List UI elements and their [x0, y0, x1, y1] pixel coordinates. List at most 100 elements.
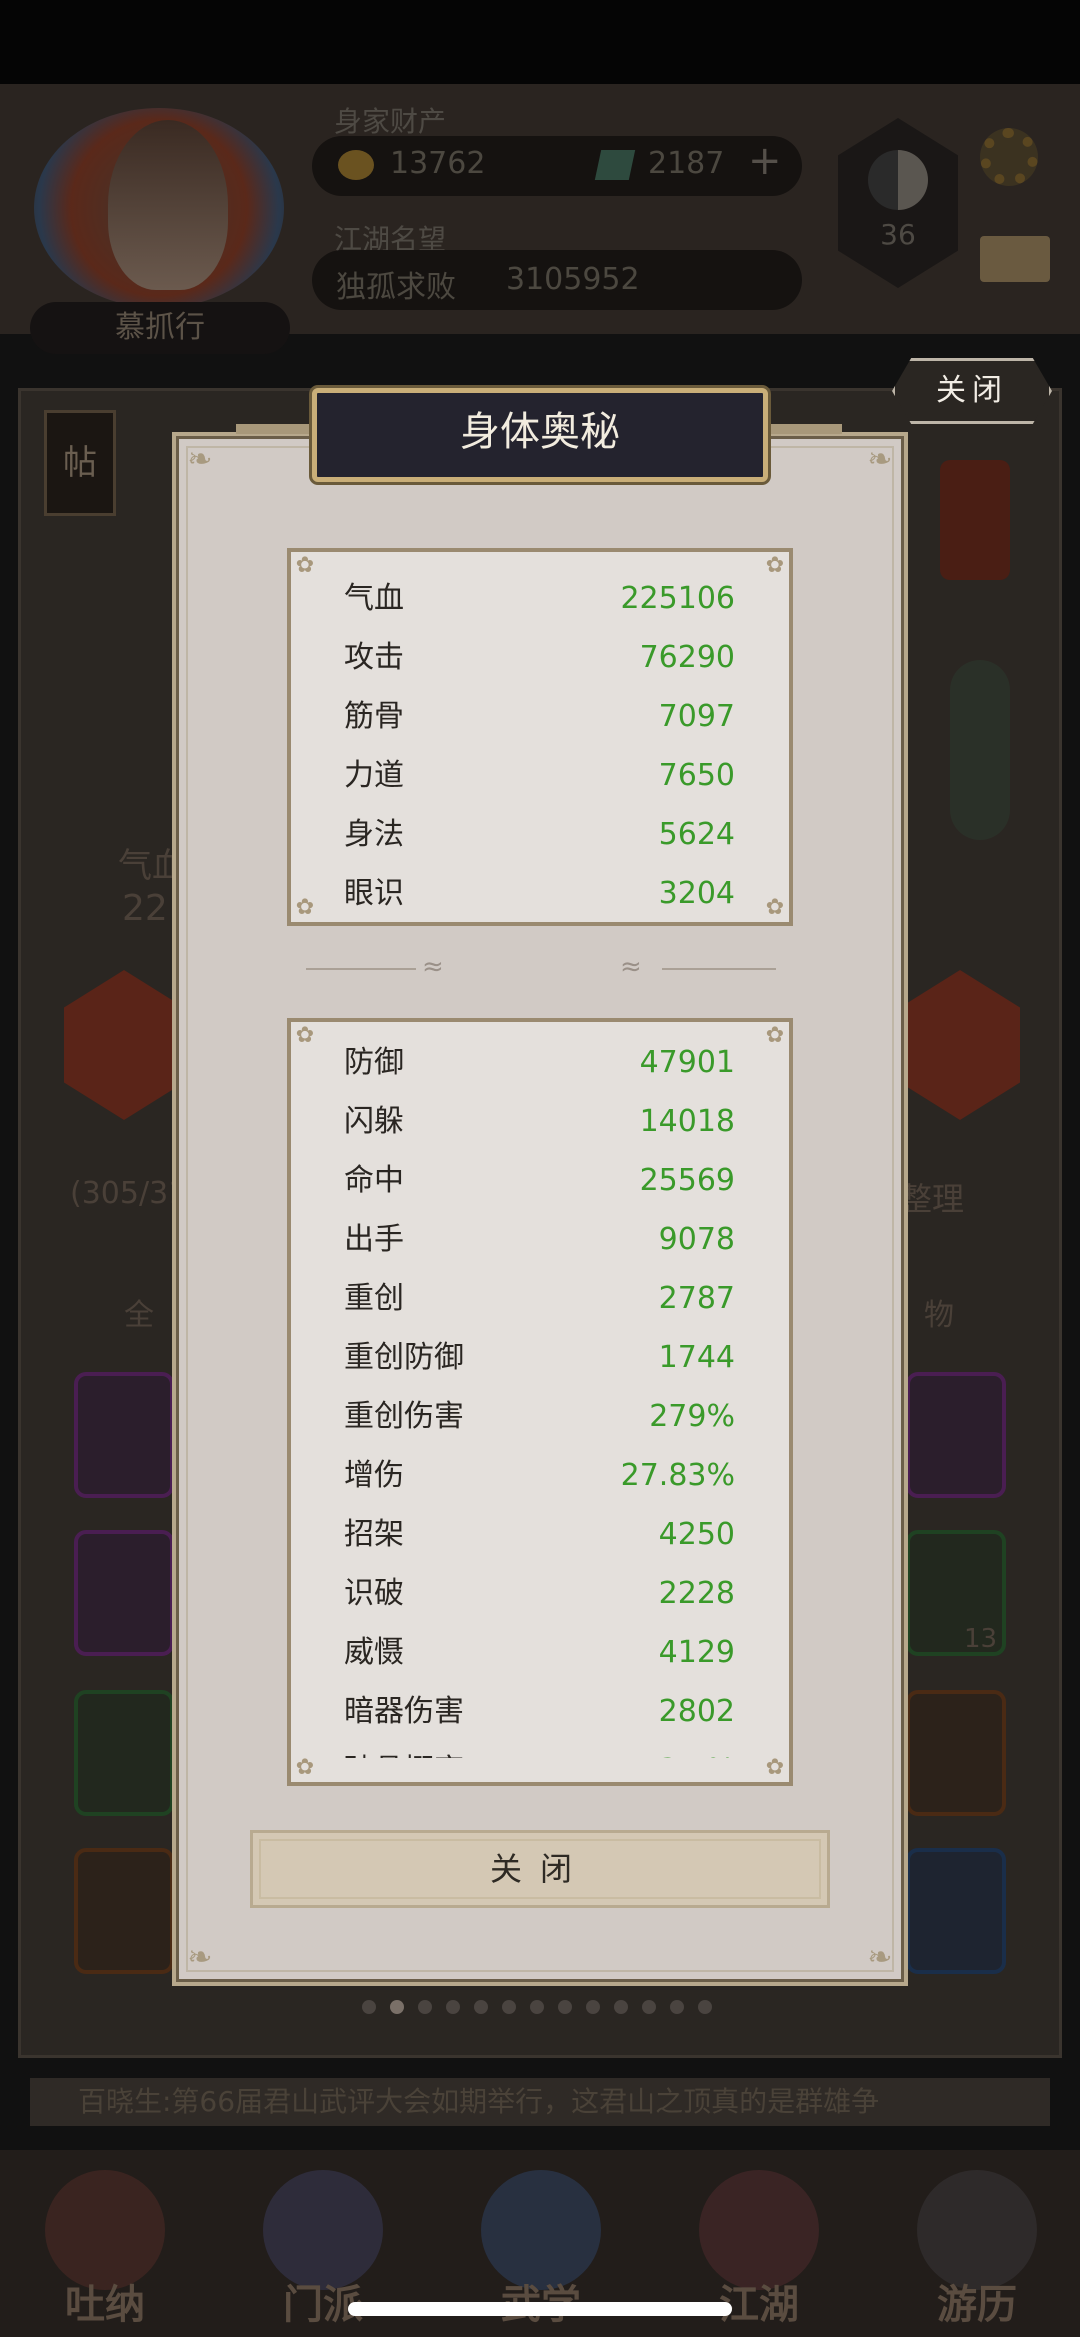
page-dot [362, 2000, 376, 2014]
stat-value: 3.5% [659, 1742, 735, 1758]
nav-youli[interactable]: 游历 [902, 2160, 1052, 2330]
stat-value: 5624 [658, 817, 735, 852]
page-dot [670, 2000, 684, 2014]
title-wing-right [762, 424, 842, 434]
stat-row: 筋骨 7097 [291, 688, 789, 746]
gold-coin-icon [338, 150, 374, 180]
filter-all-tab[interactable]: 全 [124, 1290, 154, 1334]
news-ticker: 百晓生:第66届君山武评大会如期举行，这君山之顶真的是群雄争 [30, 2078, 1050, 2126]
stat-row: 眼识 3204 [291, 865, 789, 922]
fame-value: 3105952 [506, 262, 640, 297]
close-button[interactable]: 关闭 [250, 1830, 830, 1908]
stat-label: 重创 [344, 1281, 404, 1316]
stat-value: 2787 [658, 1281, 735, 1316]
stat-value: 1744 [658, 1340, 735, 1375]
nav-label: 武学 [466, 2272, 616, 2330]
stat-row: 重创防御 1744 [291, 1329, 789, 1387]
nav-label: 游历 [937, 2282, 1017, 2328]
item-stack-count: 13 [964, 1624, 998, 1654]
avatar[interactable] [108, 120, 228, 290]
stat-value: 2802 [658, 1694, 735, 1729]
post-button[interactable]: 帖 [44, 410, 116, 516]
stat-label: 识破 [344, 1576, 404, 1611]
page-dot [614, 2000, 628, 2014]
close-button-top[interactable]: 关闭 [892, 358, 1052, 424]
page-dot [390, 2000, 404, 2014]
stat-row: 暗器伤害 2802 [291, 1683, 789, 1741]
corner-ornament: ❧ [187, 1940, 213, 1975]
stat-value: 2228 [658, 1576, 735, 1611]
stat-row: 力道 7650 [291, 747, 789, 805]
stat-label: 出手 [344, 1222, 404, 1257]
stat-row: 招架 4250 [291, 1506, 789, 1564]
page-dot [418, 2000, 432, 2014]
gear-icon[interactable] [980, 128, 1038, 186]
stat-value: 7650 [658, 758, 735, 793]
item-slot[interactable] [74, 1372, 174, 1498]
stat-label: 闪躲 [344, 1104, 404, 1139]
stat-row: 命中 25569 [291, 1152, 789, 1210]
stat-label: 重创防御 [344, 1340, 464, 1375]
nav-tuna[interactable]: 吐纳 [30, 2160, 180, 2330]
stat-label: 增伤 [344, 1458, 404, 1493]
stat-label: 眼识 [344, 876, 404, 911]
stat-value: 4129 [658, 1635, 735, 1670]
stat-row: 闪躲 14018 [291, 1093, 789, 1151]
sort-button[interactable]: 整理 [900, 1174, 964, 1220]
secondary-stats-panel[interactable]: ✿ ✿ ✿ ✿ 防御 47901 闪躲 14018 命中 25569 出手 90… [287, 1018, 793, 1786]
item-slot[interactable] [74, 1848, 174, 1974]
item-slot[interactable] [74, 1690, 174, 1816]
stat-value: 4250 [658, 1517, 735, 1552]
player-title: 独孤求败 [336, 270, 456, 305]
stat-row: 威慑 4129 [291, 1624, 789, 1682]
stat-label: 攻击 [344, 640, 404, 675]
page-dot [642, 2000, 656, 2014]
ticket-amount: 2187 [648, 146, 725, 181]
stats-scroll-area[interactable]: 防御 47901 闪躲 14018 命中 25569 出手 9078 重创 27… [291, 1022, 789, 1758]
page-dot [698, 2000, 712, 2014]
stat-row: 识破 2228 [291, 1565, 789, 1623]
page-dot [502, 2000, 516, 2014]
corner-ornament: ✿ [765, 1755, 785, 1780]
item-slot[interactable] [906, 1848, 1006, 1974]
stat-label: 气血 [344, 581, 404, 616]
add-currency-button[interactable]: + [748, 138, 782, 184]
filter-items-tab[interactable]: 物 [924, 1290, 954, 1334]
stat-value: 225106 [620, 581, 735, 616]
corner-ornament: ✿ [295, 1755, 315, 1780]
nav-label: 门派 [283, 2282, 363, 2328]
divider-ornament: ≈ [620, 952, 642, 982]
lantern-icon[interactable] [940, 460, 1010, 580]
player-name: 慕抓行 [30, 302, 290, 354]
item-slot[interactable] [906, 1372, 1006, 1498]
section-divider: ≈ ≈ [306, 952, 776, 982]
stat-label: 重创伤害 [344, 1399, 464, 1434]
page-dot [558, 2000, 572, 2014]
item-slot[interactable] [906, 1690, 1006, 1816]
stat-row: 增伤 27.83% [291, 1447, 789, 1505]
page-dot [586, 2000, 600, 2014]
stat-value: 7097 [658, 699, 735, 734]
taiji-icon [868, 150, 928, 210]
item-slot[interactable] [74, 1530, 174, 1656]
page-dot [446, 2000, 460, 2014]
stat-value: 76290 [639, 640, 735, 675]
stat-label: 力道 [344, 758, 404, 793]
nav-label: 江湖 [719, 2282, 799, 2328]
home-indicator[interactable] [348, 2302, 732, 2316]
stat-value: 3204 [658, 876, 735, 911]
stat-value: 27.83% [620, 1458, 735, 1493]
title-wing-left [236, 424, 316, 434]
page-dot [474, 2000, 488, 2014]
pet-figure[interactable] [950, 660, 1010, 840]
stat-value: 25569 [639, 1163, 735, 1198]
assets-label: 身家财产 [334, 105, 447, 138]
primary-stats-panel: ✿ ✿ ✿ ✿ 气血 225106 攻击 76290 筋骨 7097 力道 76… [287, 548, 793, 926]
stat-row: 防御 47901 [291, 1034, 789, 1092]
stat-label: 暗器伤害 [344, 1694, 464, 1729]
mail-icon[interactable] [980, 236, 1050, 282]
stat-label: 命中 [344, 1163, 404, 1198]
divider-ornament: ≈ [422, 952, 444, 982]
stat-value: 47901 [639, 1045, 735, 1080]
stat-label: 威慑 [344, 1635, 404, 1670]
